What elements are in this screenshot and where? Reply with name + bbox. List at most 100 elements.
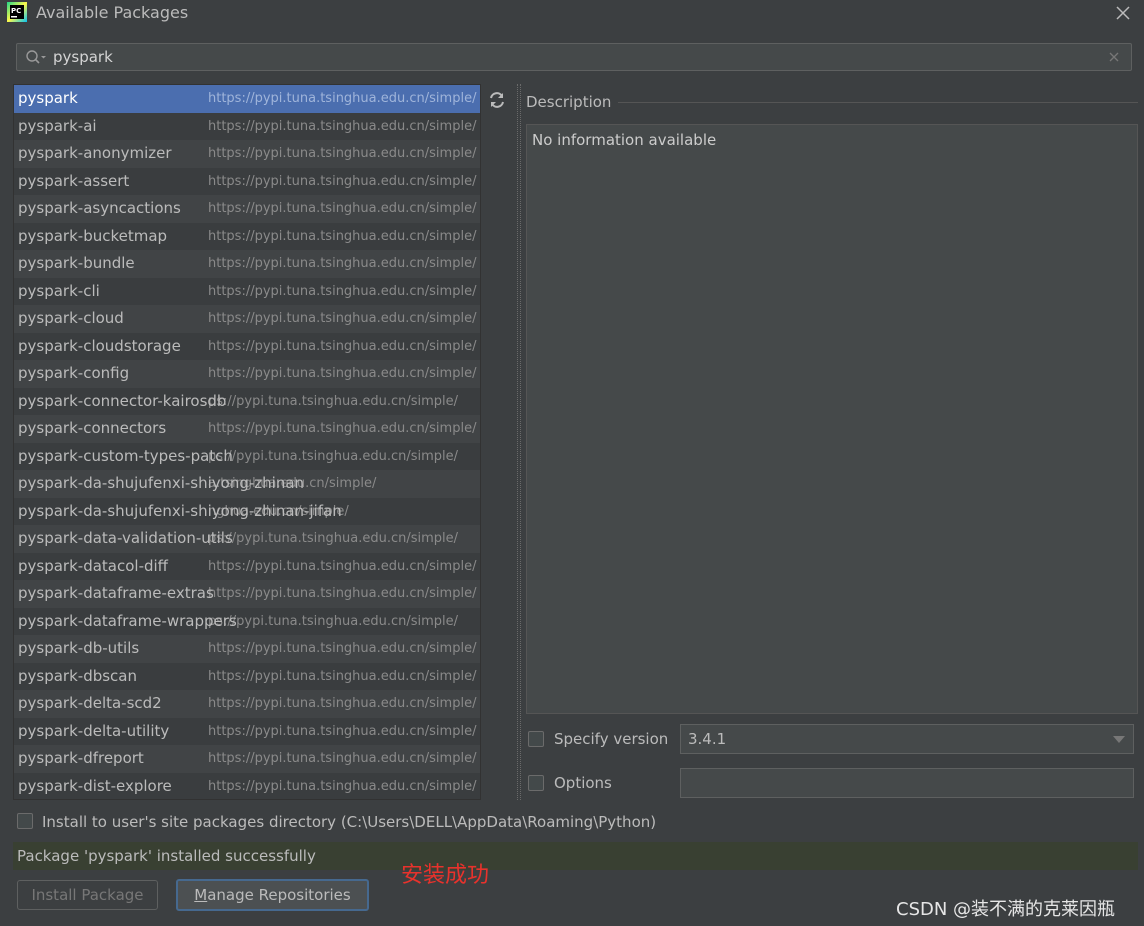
search-icon <box>26 50 46 64</box>
package-name: pyspark-da-shujufenxi-shiyong-zhinan <box>18 474 305 492</box>
package-name: pyspark-da-shujufenxi-shiyong-zhinan-jif… <box>18 501 342 520</box>
package-name: pyspark-dist-explore <box>18 776 172 795</box>
package-name: pyspark-cli <box>18 281 100 300</box>
package-name: pyspark-anonymizer <box>18 144 172 162</box>
version-select[interactable]: 3.4.1 <box>680 724 1134 754</box>
install-user-site-checkbox[interactable] <box>17 813 33 829</box>
options-label[interactable]: Options <box>554 774 612 792</box>
package-repo: https://pypi.tuna.tsinghua.edu.cn/simple… <box>208 112 477 140</box>
package-repo: https://pypi.tuna.tsinghua.edu.cn/simple… <box>208 360 477 388</box>
package-name: pyspark-ai <box>18 116 97 135</box>
refresh-icon <box>490 92 504 108</box>
package-repo: https://pypi.tuna.tsinghua.edu.cn/simple… <box>208 690 477 718</box>
package-name: pyspark-dfreport <box>18 749 144 767</box>
package-repo: ps://pypi.tuna.tsinghua.edu.cn/simple/ <box>208 387 459 415</box>
package-name: pyspark-connector-kairosdb <box>18 391 227 410</box>
manage-repositories-button[interactable]: Manage Repositories <box>176 879 369 911</box>
package-repo: https://pypi.tuna.tsinghua.edu.cn/simple… <box>208 277 477 305</box>
package-repo: https://pypi.tuna.tsinghua.edu.cn/simple… <box>208 580 477 608</box>
search-box[interactable] <box>16 43 1132 71</box>
package-row[interactable]: https://pypi.tuna.tsinghua.edu.cn/simple… <box>14 167 480 195</box>
install-user-site-label[interactable]: Install to user's site packages director… <box>42 813 656 831</box>
package-row[interactable]: https://pypi.tuna.tsinghua.edu.cn/simple… <box>14 580 480 608</box>
package-repo: https://pypi.tuna.tsinghua.edu.cn/simple… <box>208 195 477 223</box>
package-name: pyspark-data-validation-utils <box>18 529 233 547</box>
package-name: pyspark-dbscan <box>18 666 137 685</box>
package-name: pyspark-config <box>18 364 130 382</box>
refresh-button[interactable] <box>486 89 508 111</box>
pycharm-icon-text: PC <box>11 7 21 15</box>
package-row[interactable]: https://pypi.tuna.tsinghua.edu.cn/simple… <box>14 277 480 305</box>
package-list[interactable]: https://pypi.tuna.tsinghua.edu.cn/simple… <box>13 84 481 800</box>
package-row[interactable]: https://pypi.tuna.tsinghua.edu.cn/simple… <box>14 140 480 168</box>
close-button[interactable] <box>1112 2 1134 24</box>
package-row[interactable]: https://pypi.tuna.tsinghua.edu.cn/simple… <box>14 195 480 223</box>
panel-splitter[interactable] <box>515 84 523 800</box>
package-repo: https://pypi.tuna.tsinghua.edu.cn/simple… <box>208 745 477 773</box>
package-repo: https://pypi.tuna.tsinghua.edu.cn/simple… <box>208 167 477 195</box>
specify-version-label[interactable]: Specify version <box>554 730 668 748</box>
clear-search-icon[interactable] <box>1107 50 1121 64</box>
package-repo: https://pypi.tuna.tsinghua.edu.cn/simple… <box>208 85 477 113</box>
package-name: pyspark-bundle <box>18 254 135 272</box>
package-row[interactable]: https://pypi.tuna.tsinghua.edu.cn/simple… <box>14 222 480 250</box>
package-repo: https://pypi.tuna.tsinghua.edu.cn/simple… <box>208 305 477 333</box>
package-row[interactable]: https://pypi.tuna.tsinghua.edu.cn/simple… <box>14 305 480 333</box>
package-repo: https://pypi.tuna.tsinghua.edu.cn/simple… <box>208 772 477 799</box>
package-repo: https://pypi.tuna.tsinghua.edu.cn/simple… <box>208 222 477 250</box>
package-row[interactable]: https://pypi.tuna.tsinghua.edu.cn/simple… <box>14 415 480 443</box>
install-package-button[interactable]: Install Package <box>17 880 158 910</box>
package-repo: https://pypi.tuna.tsinghua.edu.cn/simple… <box>208 635 477 663</box>
package-row[interactable]: https://pypi.tuna.tsinghua.edu.cn/simple… <box>14 360 480 388</box>
manage-label-rest: anage Repositories <box>207 886 351 904</box>
search-input[interactable] <box>53 46 1093 68</box>
package-row[interactable]: https://pypi.tuna.tsinghua.edu.cn/simple… <box>14 717 480 745</box>
package-row[interactable]: https://pypi.tuna.tsinghua.edu.cn/simple… <box>14 112 480 140</box>
package-row[interactable]: https://pypi.tuna.tsinghua.edu.cn/simple… <box>14 332 480 360</box>
package-name: pyspark-assert <box>18 171 130 190</box>
package-row[interactable]: ps://pypi.tuna.tsinghua.edu.cn/simple/py… <box>14 607 480 635</box>
package-row[interactable]: https://pypi.tuna.tsinghua.edu.cn/simple… <box>14 662 480 690</box>
package-repo: https://pypi.tuna.tsinghua.edu.cn/simple… <box>208 717 477 745</box>
window-title: Available Packages <box>36 3 189 22</box>
package-row[interactable]: a.tsinghua.edu.cn/simple/pyspark-da-shuj… <box>14 470 480 498</box>
package-repo: ps://pypi.tuna.tsinghua.edu.cn/simple/ <box>208 607 459 635</box>
title-bar: PC Available Packages <box>0 0 1144 26</box>
package-name: pyspark-bucketmap <box>18 226 168 245</box>
description-label: Description <box>526 93 612 111</box>
package-name: pyspark-connectors <box>18 419 167 437</box>
options-checkbox[interactable] <box>528 775 544 791</box>
package-repo: https://pypi.tuna.tsinghua.edu.cn/simple… <box>208 140 477 168</box>
specify-version-checkbox[interactable] <box>528 731 544 747</box>
package-row[interactable]: https://pypi.tuna.tsinghua.edu.cn/simple… <box>14 250 480 278</box>
close-icon <box>1116 6 1130 20</box>
package-row[interactable]: ps://pypi.tuna.tsinghua.edu.cn/simple/py… <box>14 387 480 415</box>
pycharm-icon: PC <box>7 2 27 22</box>
package-name: pyspark-delta-utility <box>18 721 170 740</box>
chevron-down-icon <box>1113 736 1125 743</box>
package-row[interactable]: ps://pypi.tuna.tsinghua.edu.cn/simple/py… <box>14 442 480 470</box>
package-row[interactable]: https://pypi.tuna.tsinghua.edu.cn/simple… <box>14 635 480 663</box>
package-row[interactable]: https://pypi.tuna.tsinghua.edu.cn/simple… <box>14 690 480 718</box>
package-repo: https://pypi.tuna.tsinghua.edu.cn/simple… <box>208 332 477 360</box>
package-row[interactable]: https://pypi.tuna.tsinghua.edu.cn/simple… <box>14 772 480 799</box>
version-value: 3.4.1 <box>688 730 727 748</box>
package-repo: https://pypi.tuna.tsinghua.edu.cn/simple… <box>208 250 477 278</box>
manage-mnemonic: M <box>194 886 208 904</box>
package-name: pyspark-cloud <box>18 309 124 327</box>
package-name: pyspark-datacol-diff <box>18 556 169 575</box>
package-row[interactable]: ps://pypi.tuna.tsinghua.edu.cn/simple/py… <box>14 525 480 553</box>
package-name: pyspark-dataframe-extras <box>18 584 214 602</box>
package-repo: ps://pypi.tuna.tsinghua.edu.cn/simple/ <box>208 442 459 470</box>
success-annotation: 安装成功 <box>401 863 490 888</box>
package-row[interactable]: nghua.edu.cn/simple/pyspark-da-shujufenx… <box>14 497 480 525</box>
package-name: pyspark-custom-types-patch <box>18 446 233 465</box>
package-row[interactable]: https://pypi.tuna.tsinghua.edu.cn/simple… <box>14 85 480 113</box>
description-text: No information available <box>532 131 717 149</box>
watermark-text: CSDN @装不满的克莱因瓶 <box>896 899 1116 920</box>
package-name: pyspark-delta-scd2 <box>18 694 162 712</box>
options-input[interactable] <box>680 768 1134 798</box>
package-row[interactable]: https://pypi.tuna.tsinghua.edu.cn/simple… <box>14 552 480 580</box>
package-name: pyspark-cloudstorage <box>18 336 181 355</box>
package-row[interactable]: https://pypi.tuna.tsinghua.edu.cn/simple… <box>14 745 480 773</box>
